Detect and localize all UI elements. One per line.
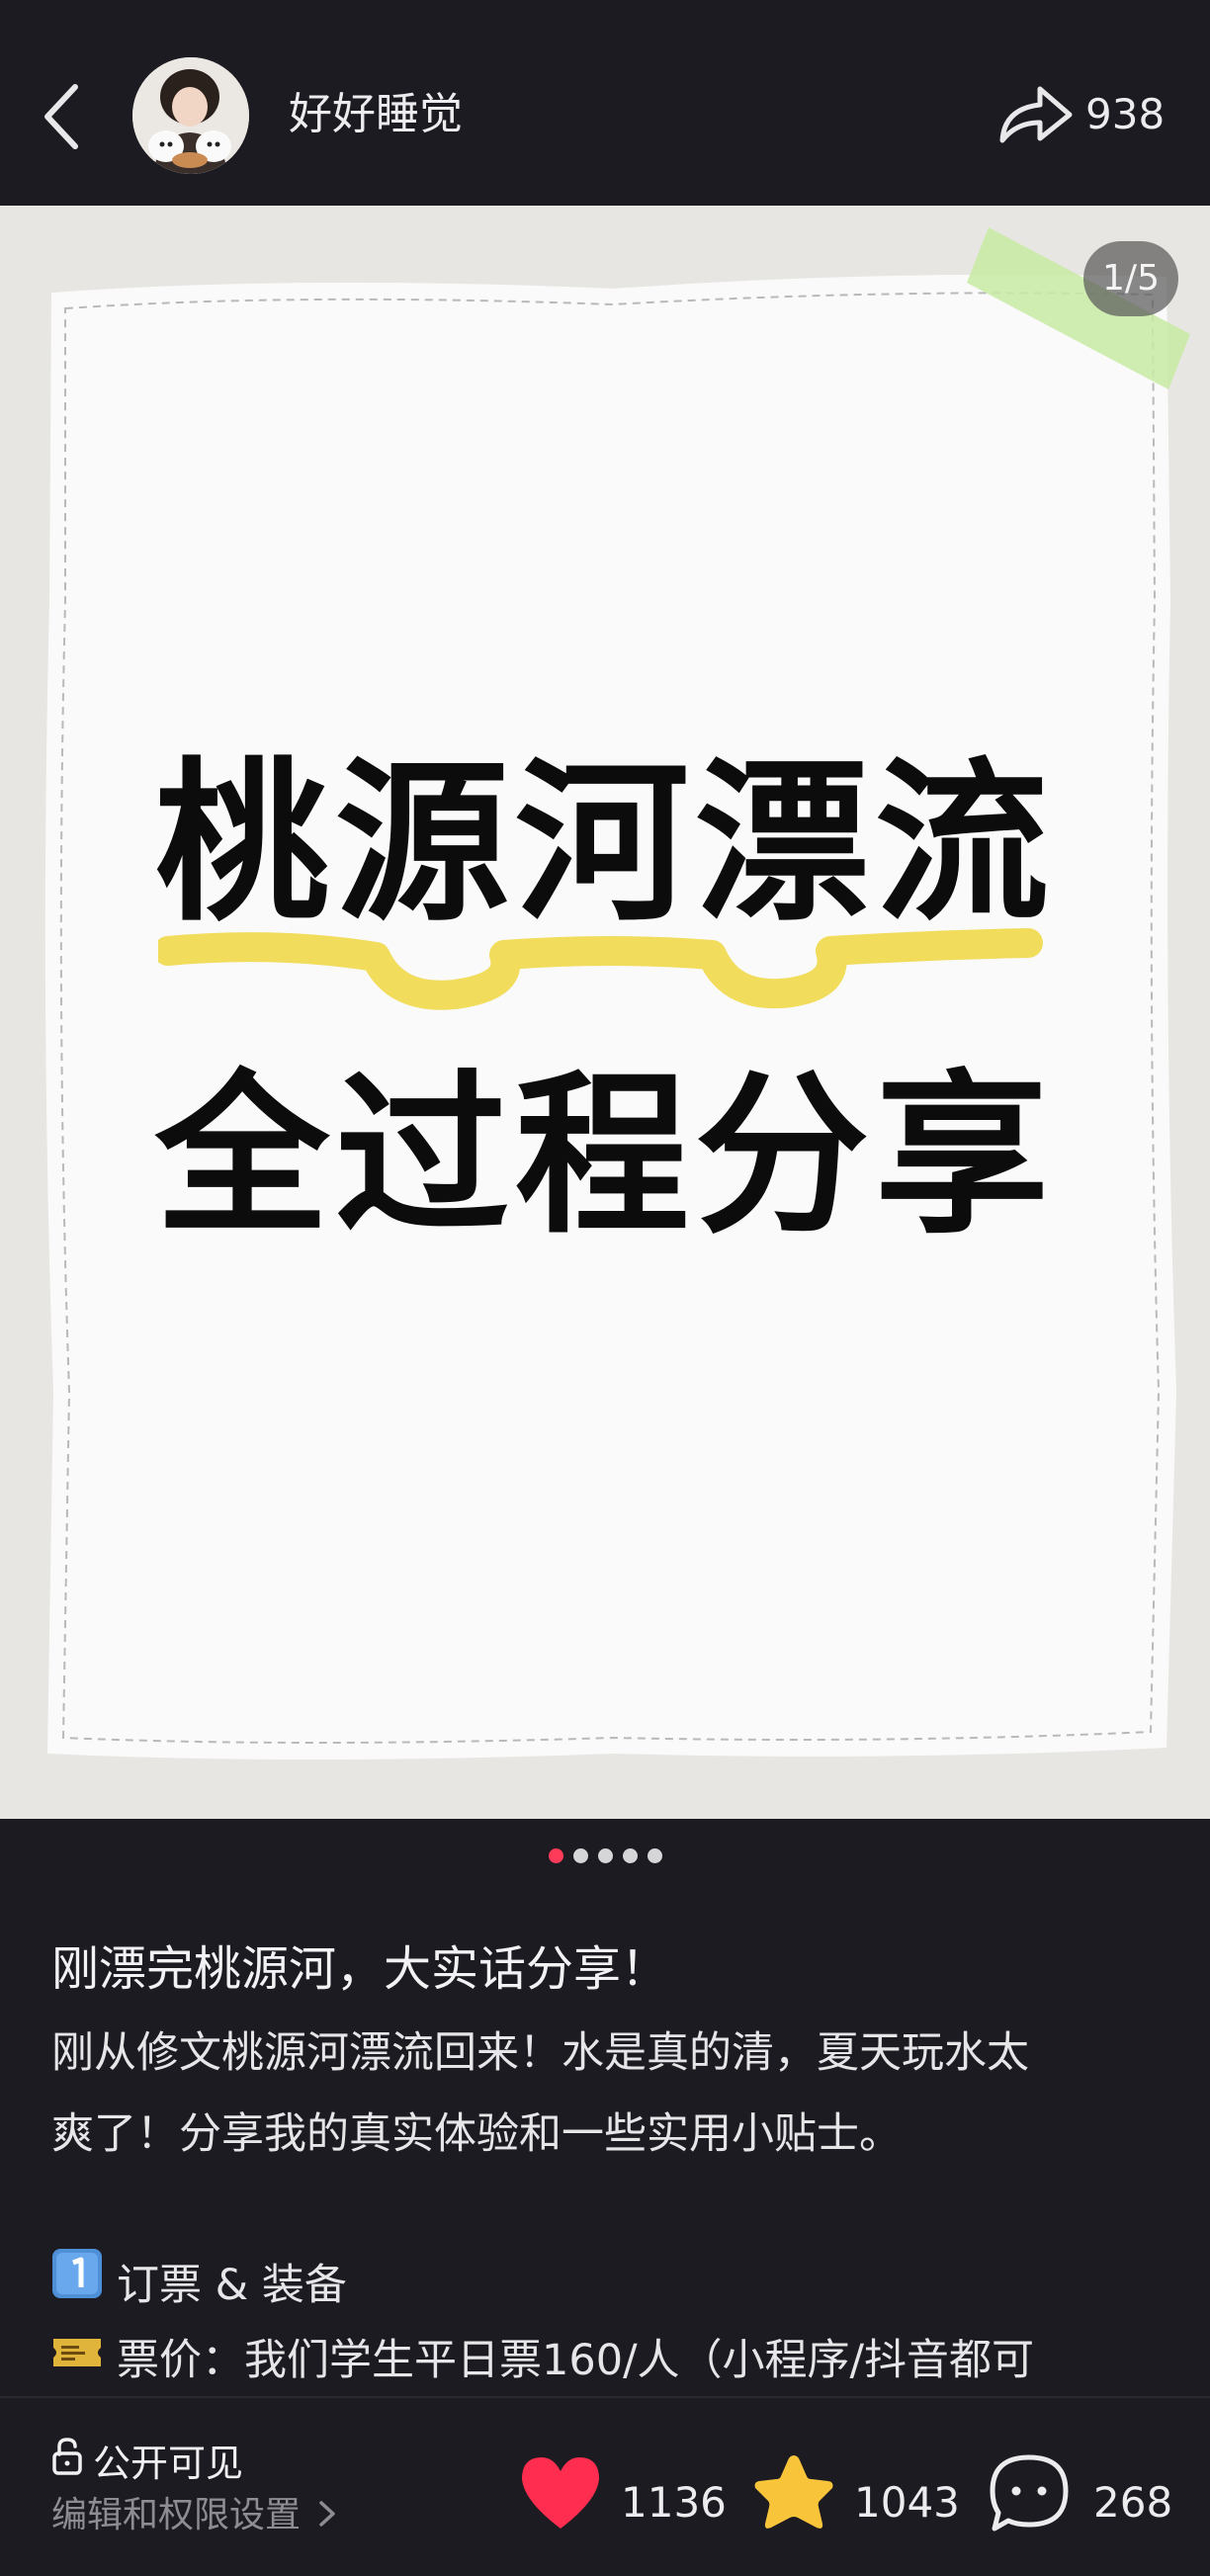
post-body-line1: 刚从修文桃源河漂流回来！水是真的清，夏天玩水太 [51,2028,1029,2078]
section-tickets-equipment: 订票 & 装备 [51,2248,1168,2325]
heart-icon [522,2457,599,2529]
comment-bubble-icon [990,2454,1069,2532]
pagination-dot-1[interactable] [548,1848,563,1863]
visibility-label: 公开可见 [93,2442,244,2485]
comment-count: 268 [1093,2478,1173,2527]
username[interactable]: 好好睡觉 [289,85,463,144]
page-indicator: 1/5 [1083,241,1178,316]
comment-button[interactable]: 268 [987,2453,1194,2552]
bottom-action-bar: 公开可见 编辑和权限设置 1136 1043 268 [0,2396,1210,2576]
cover-title-line1: 桃源河漂流 [154,742,1055,945]
visibility-status: 公开可见 [51,2438,243,2492]
edit-permissions-label: 编辑和权限设置 [51,2495,302,2535]
ticket-icon [51,2323,103,2394]
post-body-line2: 爽了！分享我的真实体验和一些实用小贴士。 [51,2109,902,2159]
share-arrow-icon [999,86,1073,143]
chevron-right-icon [319,2501,336,2527]
image-carousel[interactable]: 1/5 桃源河漂流 全过程分享 [0,206,1210,1819]
pagination-dot-2[interactable] [572,1848,588,1863]
edit-permissions-link[interactable]: 编辑和权限设置 [51,2491,339,2540]
chevron-left-icon [44,84,78,149]
post-content: 刚漂完桃源河，大实话分享！ 刚从修文桃源河漂流回来！水是真的清，夏天玩水太 爽了… [51,1928,1168,2398]
section-text: 票价：我们学生平日票160/人（小程序/抖音都可 [117,2335,1035,2385]
avatar[interactable] [132,57,249,174]
post-title: 刚漂完桃源河，大实话分享！ [51,1941,669,1997]
carousel-pagination [0,1848,1210,1868]
pagination-dot-4[interactable] [622,1848,638,1863]
unlock-icon [51,2437,83,2489]
like-count: 1136 [621,2478,727,2527]
avatar-image [132,57,249,174]
share-button[interactable] [994,79,1076,150]
cover-title-line2: 全过程分享 [154,1055,1055,1257]
favorite-button[interactable]: 1043 [751,2453,960,2552]
share-count: 938 [1085,90,1166,138]
section-title: 订票 & 装备 [117,2261,347,2310]
keycap-1-icon [51,2248,103,2321]
favorite-count: 1043 [854,2478,960,2527]
like-button[interactable]: 1136 [518,2453,727,2552]
top-bar: 好好睡觉 938 [0,0,1210,206]
star-icon [754,2455,833,2529]
back-button[interactable] [36,77,91,156]
pagination-dot-3[interactable] [597,1848,613,1863]
pagination-dot-5[interactable] [647,1848,662,1863]
section-ticket-price: 票价：我们学生平日票160/人（小程序/抖音都可 [51,2325,1168,2399]
